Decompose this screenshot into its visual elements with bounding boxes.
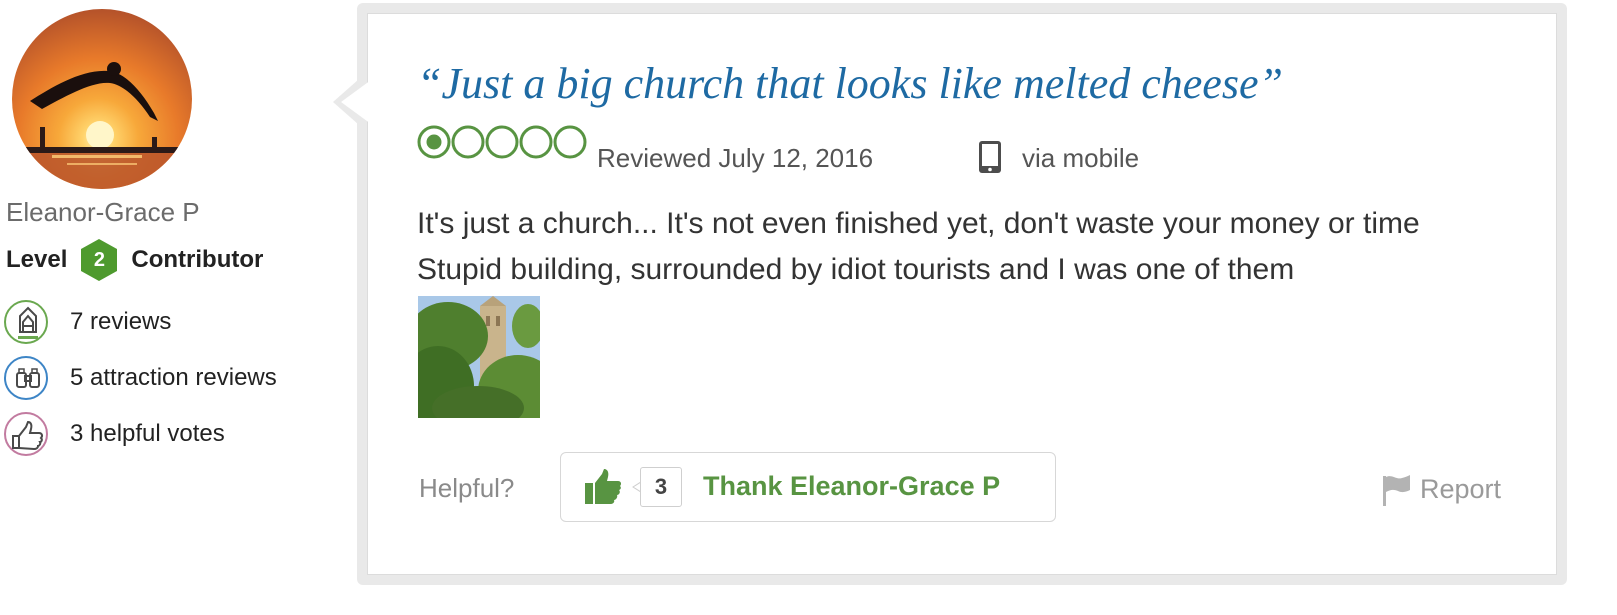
level-number: 2 — [93, 249, 105, 271]
thumbs-up-icon — [4, 412, 48, 456]
flag-icon — [1383, 475, 1410, 506]
binoculars-icon — [4, 356, 48, 400]
report-link[interactable]: Report — [1380, 471, 1501, 507]
reviewer-avatar[interactable] — [12, 9, 192, 189]
thank-label[interactable]: Thank Eleanor-Grace P — [703, 471, 1000, 502]
via-mobile-label: via mobile — [1022, 143, 1140, 173]
report-label: Report — [1420, 473, 1502, 504]
level-suffix: Contributor — [131, 246, 264, 273]
helpful-votes-count[interactable]: 3 helpful votes — [4, 411, 225, 457]
card-pointer — [333, 72, 371, 132]
helpful-votes-text: 3 helpful votes — [70, 420, 225, 447]
review-title[interactable]: “Just a big church that looks like melte… — [417, 58, 1283, 109]
review-photo-thumbnail[interactable] — [418, 296, 540, 418]
attraction-reviews-count[interactable]: 5 attraction reviews — [4, 355, 277, 401]
reviewer-name[interactable]: Eleanor-Grace P — [6, 197, 200, 228]
review-date: Reviewed July 12, 2016 — [597, 143, 874, 173]
vote-count: 3 — [640, 467, 682, 507]
rating-bubbles — [417, 125, 587, 159]
attraction-reviews-text: 5 attraction reviews — [70, 364, 277, 391]
rating-bubble — [451, 125, 485, 159]
level-badge-icon: 2 — [79, 238, 119, 282]
thumbs-up-icon — [585, 469, 622, 504]
mobile-phone-icon — [979, 141, 1001, 173]
level-prefix: Level — [6, 246, 68, 273]
rating-bubble — [417, 125, 451, 159]
rating-bubble — [485, 125, 519, 159]
review-body: It's just a church... It's not even fini… — [417, 207, 1420, 286]
reviews-pen-icon — [4, 300, 48, 344]
rating-bubble — [519, 125, 553, 159]
reviews-count-text: 7 reviews — [70, 308, 172, 335]
helpful-label: Helpful? — [419, 473, 515, 503]
rating-bubble — [553, 125, 587, 159]
reviews-count[interactable]: 7 reviews — [4, 299, 171, 345]
contributor-level: Level 2 Contributor — [6, 236, 263, 284]
